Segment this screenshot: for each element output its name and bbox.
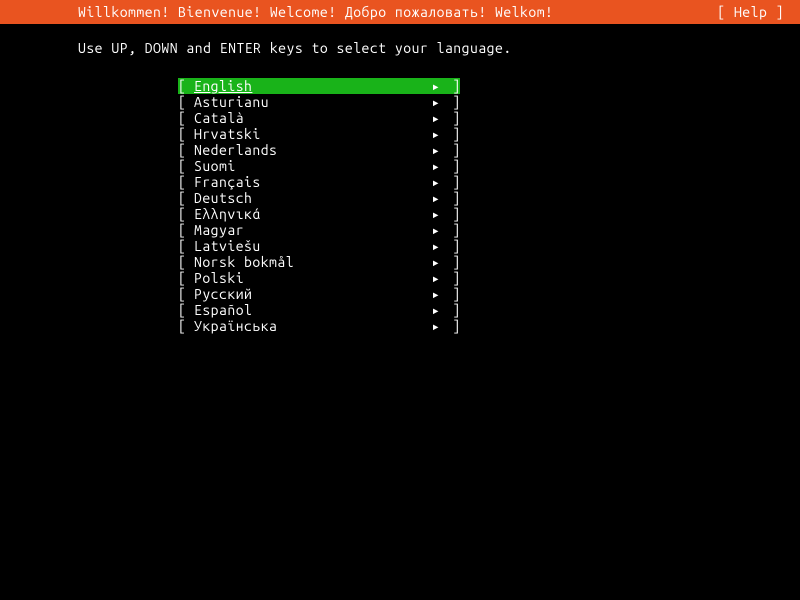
language-item[interactable]: [ Polski▸ ] (178, 270, 460, 286)
language-item[interactable]: [ Hrvatski▸ ] (178, 126, 460, 142)
header-title: Willkommen! Bienvenue! Welcome! Добро по… (78, 4, 553, 20)
bracket-right: ] (444, 318, 460, 334)
language-item[interactable]: [ Українська▸ ] (178, 318, 460, 334)
header-bar: Willkommen! Bienvenue! Welcome! Добро по… (0, 0, 800, 24)
bracket-left: [ (178, 94, 194, 110)
bracket-left: [ (178, 222, 194, 238)
submenu-arrow-icon: ▸ (428, 126, 444, 142)
bracket-left: [ (178, 142, 194, 158)
language-name: Suomi (194, 158, 428, 174)
language-name: Hrvatski (194, 126, 428, 142)
language-name: Català (194, 110, 428, 126)
submenu-arrow-icon: ▸ (428, 286, 444, 302)
language-name: Norsk bokmål (194, 254, 428, 270)
bracket-left: [ (178, 174, 194, 190)
language-name: Español (194, 302, 428, 318)
language-item[interactable]: [ Русский▸ ] (178, 286, 460, 302)
bracket-right: ] (444, 302, 460, 318)
bracket-right: ] (444, 142, 460, 158)
bracket-right: ] (444, 238, 460, 254)
submenu-arrow-icon: ▸ (428, 238, 444, 254)
language-item[interactable]: [ Norsk bokmål▸ ] (178, 254, 460, 270)
submenu-arrow-icon: ▸ (428, 270, 444, 286)
bracket-right: ] (444, 94, 460, 110)
language-name: Magyar (194, 222, 428, 238)
bracket-right: ] (444, 78, 460, 94)
bracket-right: ] (444, 110, 460, 126)
bracket-right: ] (444, 126, 460, 142)
language-item[interactable]: [ Suomi▸ ] (178, 158, 460, 174)
bracket-left: [ (178, 302, 194, 318)
language-name: Nederlands (194, 142, 428, 158)
bracket-left: [ (178, 190, 194, 206)
bracket-right: ] (444, 190, 460, 206)
submenu-arrow-icon: ▸ (428, 206, 444, 222)
bracket-right: ] (444, 270, 460, 286)
body-area: Use UP, DOWN and ENTER keys to select yo… (0, 24, 800, 334)
submenu-arrow-icon: ▸ (428, 174, 444, 190)
instruction-text: Use UP, DOWN and ENTER keys to select yo… (78, 40, 800, 56)
submenu-arrow-icon: ▸ (428, 94, 444, 110)
submenu-arrow-icon: ▸ (428, 222, 444, 238)
language-item[interactable]: [ Français▸ ] (178, 174, 460, 190)
bracket-right: ] (444, 222, 460, 238)
language-item[interactable]: [ Asturianu▸ ] (178, 94, 460, 110)
bracket-right: ] (444, 254, 460, 270)
language-item[interactable]: [ Español▸ ] (178, 302, 460, 318)
language-item[interactable]: [ Deutsch▸ ] (178, 190, 460, 206)
bracket-left: [ (178, 126, 194, 142)
bracket-left: [ (178, 158, 194, 174)
language-item[interactable]: [ Ελληνικά▸ ] (178, 206, 460, 222)
bracket-left: [ (178, 286, 194, 302)
bracket-right: ] (444, 286, 460, 302)
language-name: Latviešu (194, 238, 428, 254)
bracket-left: [ (178, 254, 194, 270)
language-item[interactable]: [ Nederlands▸ ] (178, 142, 460, 158)
language-name: Ελληνικά (194, 206, 428, 222)
bracket-left: [ (178, 238, 194, 254)
language-item[interactable]: [ Latviešu▸ ] (178, 238, 460, 254)
language-name: Русский (194, 286, 428, 302)
bracket-left: [ (178, 110, 194, 126)
bracket-right: ] (444, 206, 460, 222)
language-name: Українська (194, 318, 428, 334)
language-name: Deutsch (194, 190, 428, 206)
bracket-left: [ (178, 318, 194, 334)
language-name: Polski (194, 270, 428, 286)
language-item[interactable]: [ Magyar▸ ] (178, 222, 460, 238)
submenu-arrow-icon: ▸ (428, 302, 444, 318)
submenu-arrow-icon: ▸ (428, 254, 444, 270)
bracket-right: ] (444, 174, 460, 190)
language-name: English (194, 78, 428, 94)
language-item[interactable]: [ Català▸ ] (178, 110, 460, 126)
help-button[interactable]: [ Help ] (717, 4, 784, 20)
submenu-arrow-icon: ▸ (428, 110, 444, 126)
bracket-right: ] (444, 158, 460, 174)
language-item[interactable]: [ English▸ ] (178, 78, 460, 94)
submenu-arrow-icon: ▸ (428, 78, 444, 94)
bracket-left: [ (178, 270, 194, 286)
submenu-arrow-icon: ▸ (428, 158, 444, 174)
submenu-arrow-icon: ▸ (428, 190, 444, 206)
submenu-arrow-icon: ▸ (428, 142, 444, 158)
language-name: Français (194, 174, 428, 190)
language-list[interactable]: [ English▸ ][ Asturianu▸ ][ Català▸ ][ H… (178, 78, 460, 334)
submenu-arrow-icon: ▸ (428, 318, 444, 334)
bracket-left: [ (178, 78, 194, 94)
bracket-left: [ (178, 206, 194, 222)
language-name: Asturianu (194, 94, 428, 110)
